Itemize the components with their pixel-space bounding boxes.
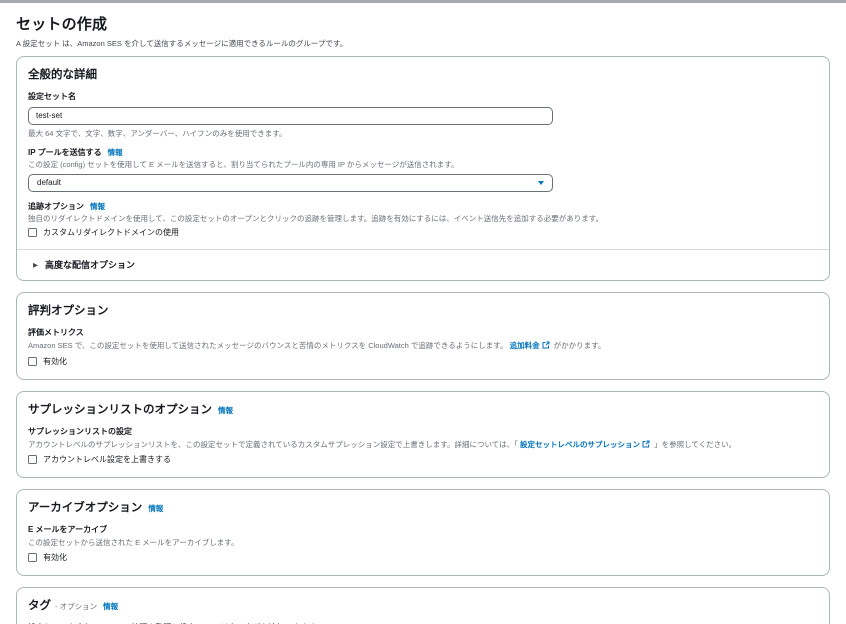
suppression-doc-link[interactable]: 設定セットレベルのサプレッション <box>520 440 640 449</box>
config-set-name-label: 設定セット名 <box>28 91 818 102</box>
reputation-enable-row: 有効化 <box>28 356 818 367</box>
tags-optional-suffix: - オプション <box>55 601 97 612</box>
archive-info-link[interactable]: 情報 <box>148 503 163 514</box>
tags-info-link[interactable]: 情報 <box>103 601 118 612</box>
archive-options-title: アーカイブオプション <box>28 499 142 515</box>
custom-redirect-domain-checkbox[interactable] <box>28 228 37 237</box>
general-details-panel: 全般的な詳細 設定セット名 最大 64 文字で、文字、数字、アンダーバー、ハイフ… <box>16 56 830 281</box>
reputation-metrics-label: 評価メトリクス <box>28 327 818 338</box>
advanced-delivery-options-toggle[interactable]: ▶ 高度な配信オプション <box>28 250 818 280</box>
reputation-options-title: 評判オプション <box>28 302 818 318</box>
tags-panel: タグ - オプション 情報 設定セットを含むリソースの管理や整理に役立つ 1 つ… <box>16 587 830 624</box>
page-subtitle: A 設定セット は、Amazon SES を介して送信するメッセージに適用できる… <box>16 38 830 49</box>
tracking-options-desc: 独自のリダイレクトドメインを使用して、この設定セットのオープンとクリックの追跡を… <box>28 214 818 225</box>
reputation-desc-suffix: がかかります。 <box>554 341 606 350</box>
general-details-title: 全般的な詳細 <box>28 66 818 82</box>
external-link-icon <box>542 341 550 353</box>
reputation-metrics-desc: Amazon SES で、この設定セットを使用して送信されたメッセージのバウンス… <box>28 341 818 353</box>
reputation-desc-text: Amazon SES で、この設定セットを使用して送信されたメッセージのバウンス… <box>28 341 507 350</box>
config-set-name-help: 最大 64 文字で、文字、数字、アンダーバー、ハイフンのみを使用できます。 <box>28 129 818 140</box>
override-account-level-label: アカウントレベル設定を上書きする <box>43 454 171 465</box>
suppression-settings-label: サプレッションリストの設定 <box>28 426 818 437</box>
suppression-desc-suffix: 」を参照してください。 <box>654 440 736 449</box>
override-account-level-checkbox[interactable] <box>28 455 37 464</box>
ip-pool-selected-value: default <box>37 178 61 187</box>
advanced-delivery-options-label: 高度な配信オプション <box>45 258 135 271</box>
external-link-icon <box>642 440 650 452</box>
tracking-options-label: 追跡オプション <box>28 201 84 212</box>
tags-title: タグ <box>28 597 51 613</box>
ip-pool-desc: この設定 (config) セットを使用して E メールを送信すると、割り当てら… <box>28 160 818 171</box>
additional-pricing-link[interactable]: 追加料金 <box>510 341 540 350</box>
ip-pool-select[interactable]: default <box>28 174 553 192</box>
page-title: セットの作成 <box>16 13 830 34</box>
suppression-options-title: サプレッションリストのオプション <box>28 401 212 417</box>
ip-pool-info-link[interactable]: 情報 <box>108 147 123 158</box>
expand-arrow-icon: ▶ <box>33 261 38 269</box>
reputation-enable-checkbox[interactable] <box>28 357 37 366</box>
suppression-info-link[interactable]: 情報 <box>218 405 233 416</box>
create-config-set-page: セットの作成 A 設定セット は、Amazon SES を介して送信するメッセー… <box>0 3 846 624</box>
reputation-options-panel: 評判オプション 評価メトリクス Amazon SES で、この設定セットを使用し… <box>16 292 830 380</box>
reputation-enable-label: 有効化 <box>43 356 67 367</box>
archive-enable-row: 有効化 <box>28 552 818 563</box>
config-set-name-input[interactable] <box>28 107 553 125</box>
chevron-down-icon <box>538 181 544 185</box>
archive-enable-checkbox[interactable] <box>28 553 37 562</box>
tracking-options-info-link[interactable]: 情報 <box>90 201 105 212</box>
suppression-options-panel: サプレッションリストのオプション 情報 サプレッションリストの設定 アカウントレ… <box>16 391 830 479</box>
custom-redirect-domain-row: カスタムリダイレクトドメインの使用 <box>28 227 818 238</box>
suppression-desc-text: アカウントレベルのサプレッションリストを、この設定セットで定義されているカスタム… <box>28 440 518 449</box>
archive-desc: この設定セットから送信された E メールをアーカイブします。 <box>28 538 818 549</box>
custom-redirect-domain-label: カスタムリダイレクトドメインの使用 <box>43 227 179 238</box>
archive-options-panel: アーカイブオプション 情報 E メールをアーカイブ この設定セットから送信された… <box>16 489 830 576</box>
ip-pool-label: IP プールを送信する <box>28 147 102 158</box>
archive-enable-label: 有効化 <box>43 552 67 563</box>
archive-email-label: E メールをアーカイブ <box>28 524 818 535</box>
suppression-override-row: アカウントレベル設定を上書きする <box>28 454 818 465</box>
suppression-desc: アカウントレベルのサプレッションリストを、この設定セットで定義されているカスタム… <box>28 440 818 452</box>
